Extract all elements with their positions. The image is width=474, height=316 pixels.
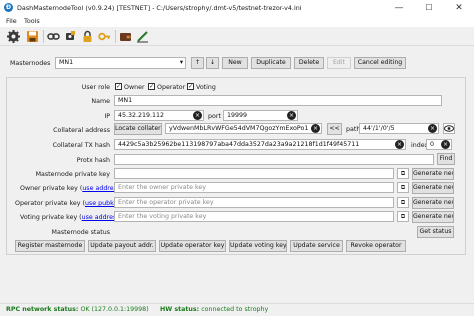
- dash-logo-icon: Đ: [4, 3, 13, 12]
- operator-key-label-prefix: Operator private key (: [15, 200, 85, 207]
- owner-key-label: Owner private key (use address): [20, 185, 123, 192]
- new-masternode-button[interactable]: New: [222, 57, 248, 69]
- voting-checkbox[interactable]: ✓: [187, 83, 194, 90]
- generate-mn-key-button[interactable]: Generate new: [412, 168, 454, 180]
- owner-private-key-input[interactable]: Enter the owner private key: [114, 182, 394, 193]
- copy-icon[interactable]: ⧉: [397, 197, 409, 208]
- revoke-operator-button[interactable]: Revoke operator: [346, 240, 406, 252]
- save-icon[interactable]: [25, 29, 40, 44]
- name-input[interactable]: MN1: [114, 95, 442, 106]
- chevron-down-icon: ▾: [179, 59, 183, 66]
- operator-key-label: Operator private key (use pubkey): [15, 200, 124, 207]
- collateral-address-label: Collateral address: [53, 127, 110, 134]
- masternodes-label: Masternodes: [10, 60, 51, 67]
- menu-file[interactable]: File: [6, 17, 17, 25]
- hw-status-label: HW status:: [160, 306, 200, 313]
- hw-status-value: connected to strophy: [201, 306, 269, 313]
- lock-icon[interactable]: [80, 29, 95, 44]
- tx-hash-input[interactable]: 4429c5a3b25962be113198797aba47dda3527da2…: [114, 139, 406, 150]
- move-up-button[interactable]: ↑: [191, 57, 204, 69]
- close-window-button[interactable]: ✕: [444, 0, 474, 16]
- minimize-button[interactable]: —: [384, 0, 414, 16]
- protx-label: Protx hash: [76, 157, 110, 164]
- masternodes-select-value: MN1: [59, 59, 74, 66]
- operator-checkbox[interactable]: ✓: [148, 83, 155, 90]
- gear-icon[interactable]: [6, 29, 21, 44]
- menu-tools[interactable]: Tools: [24, 17, 40, 25]
- protx-hash-input[interactable]: [114, 154, 434, 165]
- owner-label: Owner: [124, 84, 145, 91]
- clear-tx-hash-icon[interactable]: ×: [395, 140, 404, 149]
- toolbar-separator: [115, 30, 116, 43]
- generate-owner-key-button[interactable]: Generate new: [412, 182, 454, 194]
- path-input[interactable]: 44'/1'/0'/5: [359, 123, 439, 134]
- clear-path-icon[interactable]: ×: [428, 124, 437, 133]
- update-operator-key-button[interactable]: Update operator key: [159, 240, 226, 252]
- clear-port-icon[interactable]: ×: [287, 111, 296, 120]
- voting-private-key-input[interactable]: Enter the voting private key: [114, 211, 394, 222]
- move-down-button[interactable]: ↓: [206, 57, 219, 69]
- menu-bar: [0, 16, 474, 27]
- ip-input[interactable]: 45.32.219.112: [114, 110, 204, 121]
- maximize-button[interactable]: ☐: [414, 0, 444, 16]
- sign-icon[interactable]: [135, 29, 150, 44]
- copy-icon[interactable]: ⧉: [397, 168, 409, 179]
- clear-ip-icon[interactable]: ×: [193, 111, 202, 120]
- name-label: Name: [91, 98, 110, 105]
- key-icon[interactable]: [97, 29, 112, 44]
- generate-voting-key-button[interactable]: Generate new: [412, 211, 454, 223]
- get-status-button[interactable]: Get status: [417, 226, 454, 238]
- cancel-editing-button[interactable]: Cancel editing: [354, 57, 406, 69]
- port-label: port: [208, 113, 221, 120]
- voting-key-label: Voting private key (use address): [20, 214, 122, 221]
- wallet-icon[interactable]: [118, 29, 133, 44]
- user-role-label: User role: [81, 84, 110, 91]
- clear-index-icon[interactable]: ×: [441, 140, 450, 149]
- mn-private-key-label: Masternode private key: [35, 171, 110, 178]
- edit-masternode-button[interactable]: Edit: [327, 57, 351, 69]
- voting-label: Voting: [196, 84, 216, 91]
- locate-collateral-button[interactable]: Locate collateral: [114, 123, 162, 135]
- tx-hash-label: Collateral TX hash: [52, 142, 110, 149]
- mn-status-label: Masternode status: [51, 229, 110, 236]
- update-payout-button[interactable]: Update payout addr.: [88, 240, 156, 252]
- register-masternode-button[interactable]: Register masternode: [15, 240, 85, 252]
- masternodes-select[interactable]: MN1 ▾: [55, 57, 186, 69]
- hw-wallet-icon[interactable]: [63, 29, 78, 44]
- clear-collateral-icon[interactable]: ×: [311, 124, 320, 133]
- find-protx-button[interactable]: Find: [437, 153, 455, 165]
- rpc-status-label: RPC network status:: [6, 306, 79, 313]
- collateral-address-input[interactable]: yVdwenMbLRvWFGe54dVM7QgozYmExoPo1: [165, 123, 322, 134]
- copy-icon[interactable]: ⧉: [397, 182, 409, 193]
- ip-label: IP: [104, 113, 110, 120]
- rpc-status-value: OK (127.0.0.1:19998): [80, 306, 149, 313]
- mn-private-key-input[interactable]: [114, 168, 394, 179]
- copy-icon[interactable]: ⧉: [397, 211, 409, 222]
- owner-key-label-prefix: Owner private key (: [20, 185, 83, 192]
- rpc-status: RPC network status: OK (127.0.0.1:19998): [6, 306, 149, 313]
- connect-icon[interactable]: [46, 29, 61, 44]
- lookup-path-button[interactable]: <<: [327, 123, 342, 135]
- duplicate-masternode-button[interactable]: Duplicate: [251, 57, 291, 69]
- operator-label: Operator: [157, 84, 186, 91]
- window-title: DashMasternodeTool (v0.9.24) [TESTNET] -…: [17, 4, 302, 12]
- voting-key-label-prefix: Voting private key (: [20, 214, 82, 221]
- update-service-button[interactable]: Update service: [290, 240, 343, 252]
- update-voting-key-button[interactable]: Update voting key: [229, 240, 287, 252]
- generate-operator-key-button[interactable]: Generate new: [412, 197, 454, 209]
- hw-status: HW status: connected to strophy: [160, 306, 268, 313]
- toolbar-separator: [43, 30, 44, 43]
- eye-icon[interactable]: [443, 123, 455, 134]
- delete-masternode-button[interactable]: Delete: [294, 57, 324, 69]
- owner-checkbox[interactable]: ✓: [115, 83, 122, 90]
- operator-private-key-input[interactable]: Enter the operator private key: [114, 197, 394, 208]
